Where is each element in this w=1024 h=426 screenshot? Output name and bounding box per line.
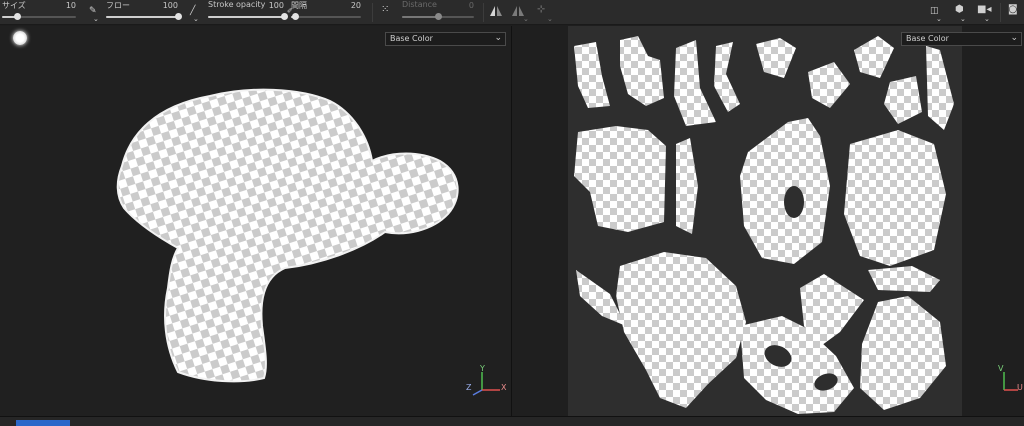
spacing-knob[interactable] bbox=[291, 13, 299, 20]
channel-select-2d[interactable]: Base Color ⌄ bbox=[901, 32, 1022, 46]
uv-island bbox=[574, 126, 666, 232]
axis-label-u: U bbox=[1017, 383, 1023, 392]
lazy-mouse-icon[interactable]: ⁙ bbox=[381, 5, 389, 15]
status-bar bbox=[0, 416, 1024, 426]
uv-island bbox=[844, 130, 946, 266]
axis-label-v: V bbox=[998, 364, 1004, 373]
symmetry-icon[interactable] bbox=[489, 5, 503, 17]
channel-select-2d-value: Base Color bbox=[906, 34, 949, 43]
screenshot-icon[interactable]: ◙ bbox=[1008, 5, 1018, 15]
toolbar-separator bbox=[1000, 3, 1001, 22]
stroke-opacity-track[interactable] bbox=[208, 13, 288, 20]
viewport-3d[interactable]: Base Color ⌄ Y Z X bbox=[0, 26, 512, 416]
uv-texture-sheet bbox=[568, 26, 962, 416]
chevron-down-icon[interactable]: ⌄ bbox=[936, 14, 942, 24]
chevron-down-icon[interactable]: ⌄ bbox=[523, 14, 529, 24]
uv-island-group bbox=[574, 36, 954, 414]
uv-island bbox=[714, 42, 740, 112]
axis-label-y: Y bbox=[480, 364, 485, 373]
viewport-2d-uv[interactable]: Base Color ⌄ V U bbox=[512, 26, 1024, 416]
size-label: サイズ bbox=[2, 1, 26, 10]
distance-fill bbox=[402, 16, 438, 18]
flow-label: フロー bbox=[106, 1, 130, 10]
uv-island bbox=[676, 138, 698, 234]
uv-islands[interactable] bbox=[568, 26, 962, 416]
distance-knob bbox=[435, 13, 442, 20]
chevron-down-icon[interactable]: ⌄ bbox=[984, 14, 990, 24]
distance-value: 0 bbox=[468, 1, 474, 10]
uv-island bbox=[860, 296, 946, 410]
uv-island bbox=[740, 118, 830, 264]
chevron-down-icon: ⌄ bbox=[1010, 33, 1018, 43]
stroke-opacity-value[interactable]: 100 bbox=[269, 1, 284, 10]
status-accent-tab[interactable] bbox=[16, 420, 70, 426]
size-value[interactable]: 10 bbox=[66, 1, 76, 10]
uv-island bbox=[884, 76, 922, 124]
uv-island bbox=[854, 36, 894, 78]
size-track[interactable] bbox=[2, 13, 76, 20]
flow-value[interactable]: 100 bbox=[163, 1, 178, 10]
lazy-mouse-icon[interactable]: ⊹ bbox=[537, 5, 545, 15]
uv-hole bbox=[784, 186, 804, 218]
chevron-down-icon[interactable]: ⌄ bbox=[547, 14, 553, 24]
context-toolbar: サイズ 10 ✎ ⌄ フロー 100 ╱ ⌄ Stroke opacity 10… bbox=[0, 0, 1024, 25]
uv-island bbox=[926, 46, 954, 130]
stroke-opacity-fill bbox=[208, 16, 284, 18]
spacing-label: 間隔 bbox=[291, 1, 307, 10]
uv-island bbox=[620, 36, 664, 106]
flow-fill bbox=[106, 16, 178, 18]
chevron-down-icon[interactable]: ⌄ bbox=[93, 14, 99, 24]
chevron-down-icon[interactable]: ⌄ bbox=[193, 14, 199, 24]
chevron-down-icon[interactable]: ⌄ bbox=[960, 14, 966, 24]
flow-knob[interactable] bbox=[175, 13, 182, 20]
distance-label: Distance bbox=[402, 0, 437, 9]
distance-slider: Distance 0 bbox=[402, 0, 474, 25]
uv-island bbox=[756, 38, 796, 78]
uv-island bbox=[674, 40, 716, 126]
flow-slider[interactable]: フロー 100 bbox=[106, 0, 182, 25]
mesh-render[interactable] bbox=[0, 26, 512, 416]
spacing-slider[interactable]: 間隔 20 bbox=[291, 0, 361, 25]
toolbar-separator bbox=[372, 3, 373, 22]
distance-track bbox=[402, 13, 474, 20]
uv-island bbox=[616, 252, 746, 408]
size-knob[interactable] bbox=[13, 13, 21, 20]
spacing-value[interactable]: 20 bbox=[351, 1, 361, 10]
uv-island bbox=[868, 266, 940, 292]
uv-island bbox=[808, 62, 850, 108]
toolbar-separator bbox=[483, 3, 484, 22]
uv-island bbox=[574, 42, 610, 108]
stroke-opacity-slider[interactable]: Stroke opacity 100 bbox=[208, 0, 288, 25]
axis-label-z: Z bbox=[466, 383, 472, 392]
spacing-track[interactable] bbox=[291, 13, 361, 20]
monkey-mesh bbox=[116, 88, 459, 383]
axis-label-x: X bbox=[501, 383, 507, 392]
stroke-opacity-label: Stroke opacity bbox=[208, 0, 266, 9]
size-slider[interactable]: サイズ 10 bbox=[2, 0, 76, 25]
flow-track[interactable] bbox=[106, 13, 182, 20]
